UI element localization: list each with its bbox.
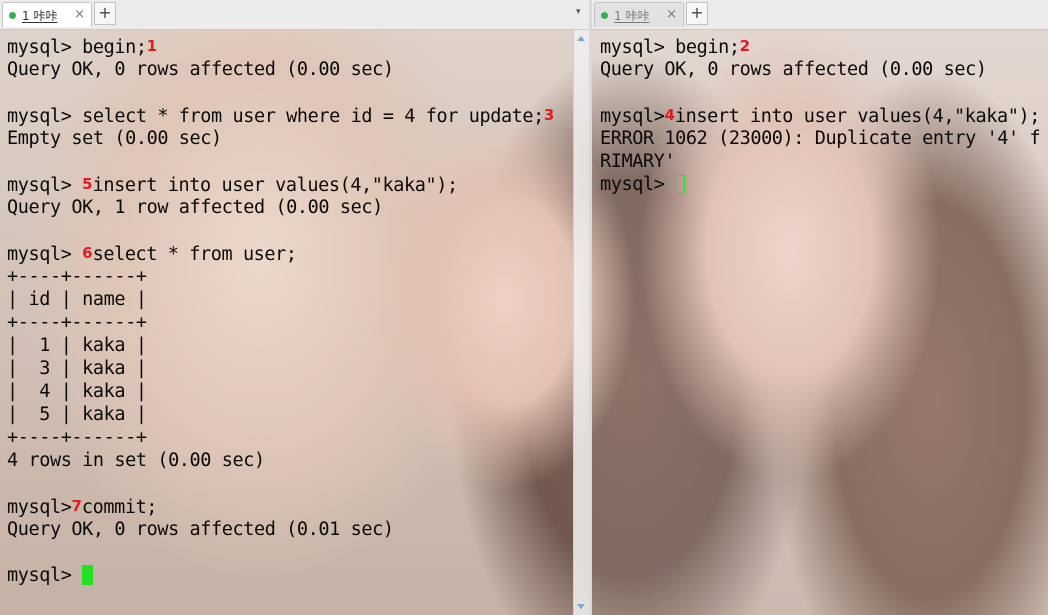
prompt-text: mysql> (7, 565, 83, 586)
terminal-line: Query OK, 0 rows affected (0.00 sec) (7, 58, 554, 81)
text-cursor (82, 565, 94, 585)
terminal-text: mysql> begin; (600, 37, 740, 58)
tab-label: 1 咔咔 (614, 8, 650, 23)
text-cursor (675, 175, 686, 194)
terminal-line: mysql>7commit; (7, 495, 554, 518)
prompt-line[interactable]: mysql> (600, 173, 1040, 196)
right-tab-bar: 1 咔咔 × + (592, 0, 1048, 30)
terminal-line: mysql> begin;2 (600, 35, 1040, 58)
terminal-line: | 4 | kaka | (7, 380, 554, 403)
step-annotation: 7 (71, 497, 82, 515)
step-annotation: 2 (739, 37, 751, 55)
terminal-line: +----+------+ (7, 426, 554, 449)
tab-label: 1 咔咔 (22, 8, 58, 23)
terminal-line: Query OK, 0 rows affected (0.01 sec) (7, 518, 554, 541)
tab-session-left[interactable]: 1 咔咔 × (2, 2, 92, 27)
terminal-line: | 3 | kaka | (7, 357, 554, 380)
terminal-text: +----+------+ (7, 427, 147, 448)
terminal-text: | 3 | kaka | (7, 358, 147, 379)
terminal-text: Query OK, 0 rows affected (0.01 sec) (7, 519, 394, 540)
terminal-line: | 1 | kaka | (7, 334, 554, 357)
add-tab-button[interactable]: + (686, 2, 708, 25)
terminal-text: +----+------+ (7, 266, 147, 287)
left-terminal-scrollbar[interactable] (573, 30, 589, 615)
terminal-text: ERROR 1062 (23000): Duplicate entry '4' … (600, 128, 1041, 149)
close-tab-icon[interactable]: × (74, 7, 85, 23)
tab-session-right[interactable]: 1 咔咔 × (594, 2, 684, 27)
scroll-down-icon[interactable] (577, 604, 585, 609)
terminal-app: 1 咔咔 × + ▾ 1 咔咔 × + mysql> begin;1 Query … (0, 0, 1048, 615)
terminal-text: Query OK, 0 rows affected (0.00 sec) (7, 59, 394, 80)
terminal-line: | 5 | kaka | (7, 403, 554, 426)
terminal-text: | 1 | kaka | (7, 335, 147, 356)
terminal-line: Query OK, 0 rows affected (0.00 sec) (600, 58, 1040, 81)
terminal-text: RIMARY' (600, 151, 676, 172)
terminal-text: | 4 | kaka | (7, 381, 147, 402)
left-terminal-output: mysql> begin;1 Query OK, 0 rows affected … (7, 35, 554, 587)
terminal-text: select * from user; (92, 244, 297, 265)
terminal-line: ERROR 1062 (23000): Duplicate entry '4' … (600, 127, 1041, 150)
step-annotation: 3 (543, 106, 555, 124)
terminal-line: Query OK, 1 row affected (0.00 sec) (7, 196, 554, 219)
right-terminal-pane[interactable]: mysql> begin;2 Query OK, 0 rows affected … (592, 30, 1048, 615)
terminal-text: Query OK, 1 row affected (0.00 sec) (7, 197, 383, 218)
terminal-line: RIMARY' (600, 150, 1040, 173)
step-annotation: 5 (82, 175, 93, 193)
step-annotation: 6 (82, 244, 93, 262)
terminal-line: mysql> begin;1 (7, 35, 554, 58)
terminal-text: Empty set (0.00 sec) (7, 128, 222, 149)
left-tab-bar: 1 咔咔 × + ▾ (0, 0, 590, 30)
terminal-text: | 5 | kaka | (7, 404, 147, 425)
terminal-text: mysql> begin; (7, 37, 147, 58)
close-tab-icon[interactable]: × (666, 7, 677, 23)
step-annotation: 4 (664, 106, 675, 124)
terminal-text: insert into user values(4,"kaka"); (92, 175, 458, 196)
prompt-line[interactable]: mysql> (7, 564, 554, 587)
terminal-line: | id | name | (7, 288, 554, 311)
terminal-line: Empty set (0.00 sec) (7, 127, 554, 150)
right-terminal-output: mysql> begin;2 Query OK, 0 rows affected … (600, 35, 1041, 196)
terminal-line: mysql> 6select * from user; (7, 242, 554, 265)
terminal-text: insert into user values(4,"kaka"); (674, 106, 1040, 127)
scroll-up-icon[interactable] (577, 36, 585, 41)
terminal-text: Query OK, 0 rows affected (0.00 sec) (600, 59, 987, 80)
tab-list-dropdown-icon[interactable]: ▾ (576, 7, 581, 17)
terminal-line: mysql>4insert into user values(4,"kaka")… (600, 104, 1040, 127)
terminal-text: commit; (81, 497, 158, 518)
terminal-text: mysql> (600, 106, 665, 127)
terminal-line: mysql> 5insert into user values(4,"kaka"… (7, 173, 554, 196)
connected-indicator-icon (601, 11, 608, 19)
left-terminal-pane[interactable]: mysql> begin;1 Query OK, 0 rows affected … (0, 30, 573, 615)
add-tab-button[interactable]: + (94, 2, 116, 25)
terminal-text: mysql> select * from user where id = 4 f… (7, 106, 544, 127)
terminal-line: +----+------+ (7, 265, 554, 288)
terminal-line: 4 rows in set (0.00 sec) (7, 449, 554, 472)
terminal-line: mysql> select * from user where id = 4 f… (7, 104, 554, 127)
terminal-line: +----+------+ (7, 311, 554, 334)
step-annotation: 1 (146, 37, 158, 55)
terminal-text: +----+------+ (7, 312, 147, 333)
prompt-text: mysql> (600, 174, 676, 195)
terminal-text: 4 rows in set (0.00 sec) (7, 450, 265, 471)
connected-indicator-icon (9, 11, 16, 19)
terminal-text: mysql> (7, 175, 83, 196)
terminal-text: mysql> (7, 497, 72, 518)
terminal-text: mysql> (7, 244, 83, 265)
terminal-text: | id | name | (7, 289, 147, 310)
